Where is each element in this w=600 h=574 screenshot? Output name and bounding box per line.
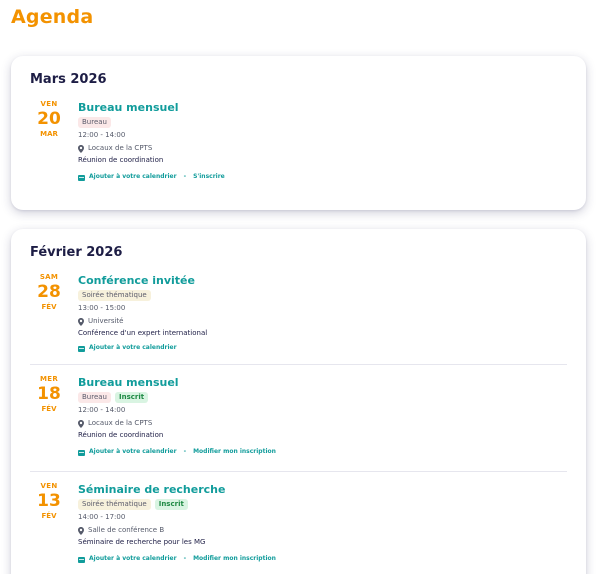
event-description: Conférence d'un expert international [78,329,208,337]
event-month: FÉV [41,303,57,311]
add-to-calendar-link[interactable]: Ajouter à votre calendrier [89,172,177,182]
location-label: Université [88,317,124,325]
event-description: Réunion de coordination [78,156,164,164]
map-pin-icon [78,419,84,428]
event-date: VEN 13 FÉV [21,482,77,521]
event-title[interactable]: Conférence invitée [78,273,576,289]
event-divider [30,471,567,472]
event-date: MER 18 FÉV [21,375,77,414]
category-tag: Bureau [78,117,111,128]
event-month: FÉV [41,405,57,413]
event-description: Réunion de coordination [78,431,164,439]
month-card-march: Mars 2026 VEN 20 MAR Bureau mensuel Bure… [11,56,586,210]
event-time: 13:00 - 15:00 [78,304,126,312]
add-to-calendar-link[interactable]: Ajouter à votre calendrier [89,554,177,564]
category-tag: Bureau [78,392,111,403]
month-title: Mars 2026 [30,72,107,87]
event-day: 18 [37,384,61,404]
event-title[interactable]: Bureau mensuel [78,375,576,391]
calendar-icon [78,345,85,352]
page-title: Agenda [11,6,94,28]
add-to-calendar-link[interactable]: Ajouter à votre calendrier [89,343,177,353]
register-link[interactable]: S'inscrire [193,172,225,182]
event-month: MAR [40,130,58,138]
calendar-icon [78,556,85,563]
event-title[interactable]: Séminaire de recherche [78,482,576,498]
map-pin-icon [78,144,84,153]
event-location: Locaux de la CPTS [78,143,576,154]
modify-registration-link[interactable]: Modifier mon inscription [193,554,276,564]
event-weekday: VEN [40,482,58,490]
event-location: Locaux de la CPTS [78,418,576,429]
event-description: Séminaire de recherche pour les MG [78,538,206,546]
event-day: 20 [37,109,61,129]
separator-dash: - [183,173,187,180]
event-time: 14:00 - 17:00 [78,513,126,521]
add-to-calendar-link[interactable]: Ajouter à votre calendrier [89,447,177,457]
event-title[interactable]: Bureau mensuel [78,100,576,116]
event-divider [30,364,567,365]
location-label: Locaux de la CPTS [88,419,153,427]
map-pin-icon [78,526,84,535]
location-label: Salle de conférence B [88,526,165,534]
event-weekday: SAM [39,273,59,281]
month-title: Février 2026 [30,245,123,260]
category-tag: Soirée thématique [78,499,151,510]
calendar-icon [78,174,85,181]
event-date: VEN 20 MAR [21,100,77,139]
month-card-february: Février 2026 SAM 28 FÉV Conférence invit… [11,229,586,574]
event-weekday: MER [39,375,59,383]
event-date: SAM 28 FÉV [21,273,77,312]
event-time: 12:00 - 14:00 [78,406,126,414]
category-tag: Soirée thématique [78,290,151,301]
event-day: 13 [37,491,61,511]
event-location: Université [78,316,576,327]
separator-dash: - [183,448,187,455]
registered-badge: Inscrit [154,499,188,510]
event-month: FÉV [41,512,57,520]
registered-badge: Inscrit [115,392,149,403]
location-label: Locaux de la CPTS [88,144,153,152]
event-weekday: VEN [40,100,58,108]
calendar-icon [78,449,85,456]
modify-registration-link[interactable]: Modifier mon inscription [193,447,276,457]
event-day: 28 [37,282,61,302]
separator-dash: - [183,555,187,562]
event-time: 12:00 - 14:00 [78,131,126,139]
map-pin-icon [78,317,84,326]
event-location: Salle de conférence B [78,525,576,536]
